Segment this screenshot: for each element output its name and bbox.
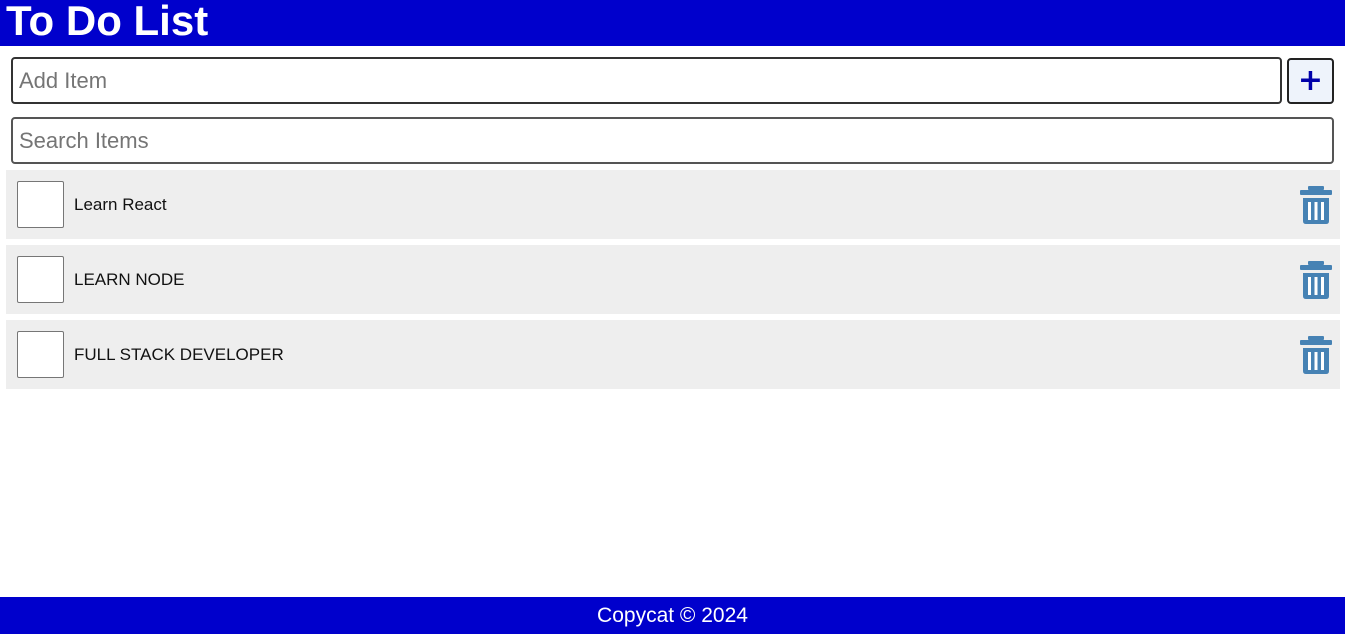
add-item-button[interactable]: + xyxy=(1287,58,1334,104)
add-item-input[interactable] xyxy=(11,57,1282,104)
item-checkbox[interactable] xyxy=(17,256,64,303)
item-label[interactable]: Learn React xyxy=(74,170,167,239)
plus-icon: + xyxy=(1297,63,1324,98)
add-item-form: + xyxy=(0,57,1345,105)
list-item: LEARN NODE xyxy=(6,245,1340,314)
list-item: Learn React xyxy=(6,170,1340,239)
trash-icon[interactable] xyxy=(1299,186,1333,224)
item-label[interactable]: FULL STACK DEVELOPER xyxy=(74,320,284,389)
item-checkbox[interactable] xyxy=(17,181,64,228)
trash-icon[interactable] xyxy=(1299,336,1333,374)
search-input[interactable] xyxy=(11,117,1334,164)
trash-icon[interactable] xyxy=(1299,261,1333,299)
list-item: FULL STACK DEVELOPER xyxy=(6,320,1340,389)
app-footer: Copycat © 2024 xyxy=(0,597,1345,634)
todo-list: Learn React LEARN NODE FULL STACK DEVELO… xyxy=(6,170,1340,395)
app-header: To Do List xyxy=(0,0,1345,46)
copyright-text: Copycat © 2024 xyxy=(597,604,748,627)
item-label[interactable]: LEARN NODE xyxy=(74,245,185,314)
item-checkbox[interactable] xyxy=(17,331,64,378)
page-title: To Do List xyxy=(6,0,209,44)
